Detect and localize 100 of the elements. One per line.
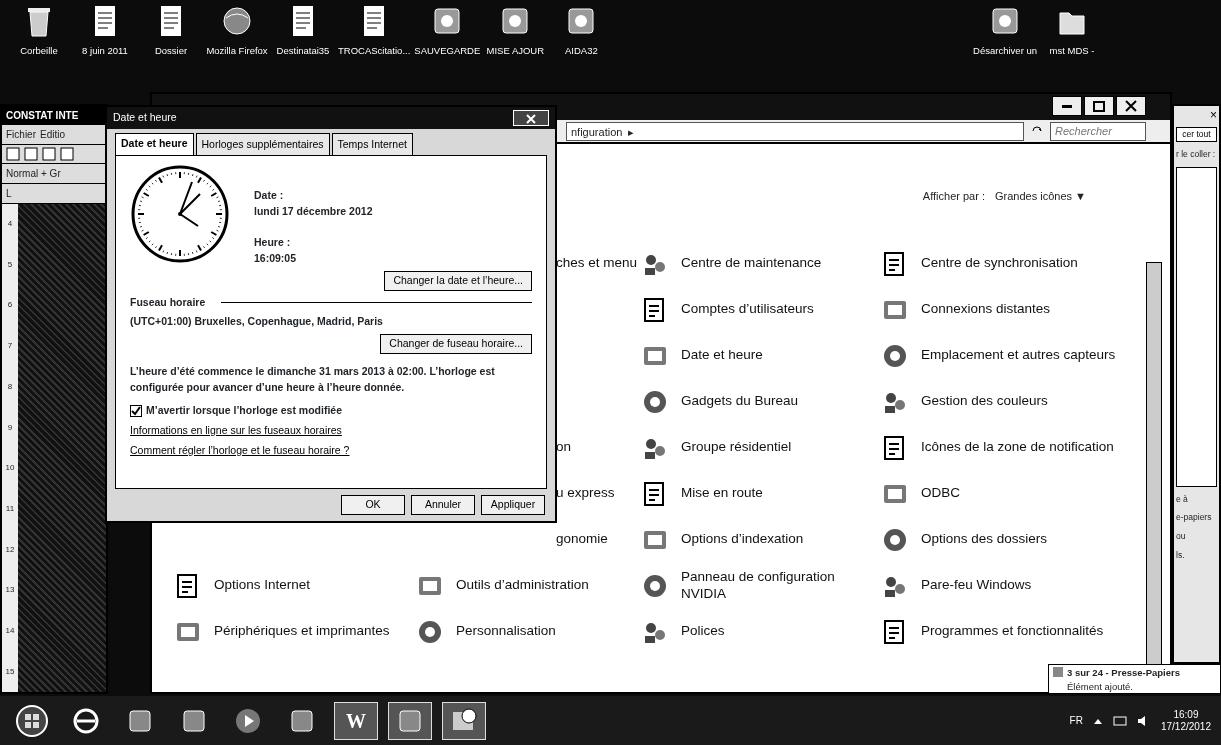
desktop-icon-label[interactable]: SAUVEGARDE — [414, 44, 481, 59]
view-by-dropdown[interactable]: Grandes icônes ▼ — [995, 188, 1086, 205]
ruler-number: 5 — [7, 258, 13, 271]
pane-text: e à — [1176, 492, 1189, 506]
applet-label[interactable]: Personnalisation — [456, 623, 556, 640]
applet-label[interactable]: gonomie — [556, 531, 608, 548]
help-link[interactable]: Comment régler l’horloge et le fuseau horaire ? — [130, 443, 350, 456]
dst-note: L’heure d’été commence le dimanche 31 mars 2013 à 02:00. L’horloge est configurée pour avancer d’une heure à l’heure donnée. — [130, 363, 496, 395]
section-heading: Fuseau horaire — [130, 294, 206, 310]
applet-label[interactable]: Connexions distantes — [921, 301, 1051, 318]
applet-label[interactable]: Mise en route — [681, 485, 763, 502]
ruler-number: 7 — [7, 340, 13, 353]
clipboard-icon — [1052, 666, 1064, 678]
pane-text: ou — [1176, 530, 1187, 543]
applet-label[interactable]: Comptes d’utilisateurs — [681, 301, 814, 318]
language-indicator[interactable]: FR — [1069, 713, 1083, 728]
ruler-number: 15 — [5, 665, 15, 678]
applet-label[interactable]: Options Internet — [214, 577, 311, 594]
change-timezone-button[interactable]: Changer de fuseau horaire... — [380, 334, 532, 354]
taskbar-button[interactable] — [442, 701, 486, 740]
toolbar-icon[interactable] — [42, 147, 56, 161]
close-button[interactable] — [1116, 96, 1146, 116]
desktop-icon-label[interactable]: Corbeille — [20, 44, 58, 59]
menu-item[interactable]: Editio — [40, 127, 66, 142]
applet-label[interactable]: Outils d’administration — [456, 577, 589, 594]
applet-label[interactable]: Panneau de configuration NVIDIA — [681, 569, 881, 602]
date-text: lundi 17 décembre 2012 — [254, 203, 373, 219]
applet-label[interactable]: Emplacement et autres capteurs — [921, 347, 1116, 364]
ruler-number: 14 — [5, 625, 15, 638]
notification-text: Élément ajouté. — [1067, 680, 1134, 695]
checkbox[interactable] — [130, 405, 142, 418]
view-by-label: Afficher par : — [922, 189, 985, 204]
applet-label[interactable]: Date et heure — [681, 347, 763, 364]
network-icon[interactable] — [1112, 714, 1127, 727]
applet-label[interactable]: Groupe résidentiel — [681, 439, 792, 456]
clipboard-list[interactable] — [1176, 166, 1217, 487]
menu-item[interactable]: Fichier — [6, 127, 36, 142]
applet-label[interactable]: u express — [556, 485, 615, 502]
desktop-icon-label[interactable]: 8 juin 2011 — [82, 44, 128, 59]
desktop-icon-label[interactable]: Mozilla Firefox — [206, 44, 268, 59]
tab[interactable]: Temps Internet — [331, 133, 413, 155]
applet-label[interactable]: Icônes de la zone de notification — [921, 439, 1114, 456]
applet-label[interactable]: Options des dossiers — [921, 531, 1048, 548]
applet-label[interactable]: Centre de synchronisation — [921, 255, 1078, 272]
address-bar[interactable]: nfiguration ▸ — [566, 121, 1024, 141]
maximize-button[interactable] — [1084, 96, 1114, 116]
applet-label[interactable]: Centre de maintenance — [681, 255, 822, 272]
close-icon — [1125, 100, 1137, 112]
minimize-icon — [1062, 104, 1072, 108]
minimize-button[interactable] — [1052, 96, 1082, 116]
applet-label[interactable]: ches et menu — [556, 255, 638, 272]
time-text: 16:09:05 — [254, 251, 298, 266]
ruler-number: 8 — [7, 380, 13, 393]
ruler-number: 10 — [5, 462, 15, 475]
tab-marker[interactable]: L — [6, 186, 12, 201]
applet-label[interactable]: Options d’indexation — [681, 531, 804, 548]
desktop-icon-label[interactable]: mst MDS - — [1049, 44, 1095, 59]
taskbar-button[interactable]: W — [334, 701, 378, 740]
breadcrumb-item[interactable]: nfiguration — [571, 123, 623, 139]
desktop-icon-label[interactable]: MISE AJOUR — [486, 44, 545, 59]
applet-label[interactable]: Périphériques et imprimantes — [214, 623, 390, 640]
dialog-button[interactable]: Annuler — [411, 495, 475, 515]
toolbar-icon[interactable] — [6, 147, 20, 161]
desktop-icon-label[interactable]: Destinatai35 — [276, 44, 330, 59]
taskbar-date[interactable]: 17/12/2012 — [1160, 720, 1211, 733]
desktop-icon-label[interactable]: Dossier — [154, 44, 188, 59]
tab[interactable]: Horloges supplémentaires — [195, 133, 330, 155]
ruler-number: 11 — [5, 503, 15, 516]
help-link[interactable]: Informations en ligne sur les fuseaux horaires — [130, 424, 342, 436]
pane-text: ls. — [1176, 548, 1186, 562]
window-title: Date et heure — [113, 110, 177, 126]
applet-label[interactable]: ODBC — [921, 485, 960, 502]
applet-label[interactable]: Polices — [681, 623, 725, 640]
dialog-button[interactable]: OK — [341, 495, 405, 515]
notification-title: 3 sur 24 - Presse-Papiers — [1067, 666, 1180, 680]
desktop-icon-label[interactable]: AIDA32 — [564, 44, 598, 59]
search-field[interactable]: Rechercher — [1050, 121, 1146, 141]
applet-label[interactable]: on — [556, 439, 572, 456]
globe-icon[interactable] — [222, 4, 252, 38]
applet-label[interactable]: Gestion des couleurs — [921, 393, 1048, 410]
applet-label[interactable]: Gadgets du Bureau — [681, 393, 799, 410]
toolbar-icon[interactable] — [60, 147, 74, 161]
change-datetime-button[interactable]: Changer la date et l’heure... — [384, 270, 532, 291]
applet-label[interactable]: Pare-feu Windows — [921, 577, 1032, 594]
taskbar-time[interactable]: 16:09 — [1173, 708, 1199, 721]
close-button[interactable]: × — [1210, 109, 1217, 121]
field-label: Date : — [254, 187, 285, 203]
applet-label[interactable]: Programmes et fonctionnalités — [921, 623, 1104, 640]
dialog-button[interactable]: Appliquer — [481, 495, 545, 515]
desktop-icon-label[interactable]: Désarchiver un — [973, 44, 1037, 59]
ruler-number: 6 — [7, 299, 13, 312]
desktop-icon-label[interactable]: TROCAScitatio... — [338, 44, 411, 59]
pane-text: e-papiers — [1176, 511, 1213, 524]
ruler-number: 9 — [7, 421, 13, 434]
pane-button[interactable]: cer tout — [1176, 127, 1217, 142]
tab[interactable]: Date et heure — [115, 133, 194, 156]
taskbar-button[interactable] — [388, 701, 432, 740]
window-title: CONSTAT INTE — [2, 106, 106, 125]
checkbox-label[interactable]: M’avertir lorsque l’horloge est modifiée — [146, 403, 343, 419]
toolbar-icon[interactable] — [24, 147, 38, 161]
